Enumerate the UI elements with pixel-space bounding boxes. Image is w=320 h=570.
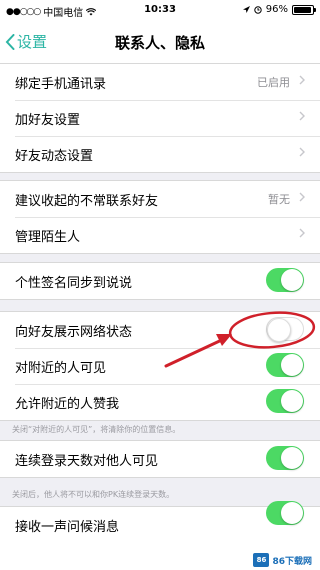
status-bar: ●●○○○ 中国电信 10:33 96% bbox=[0, 0, 320, 20]
setting-label: 连续登录天数对他人可见 bbox=[15, 453, 159, 469]
settings-group-friends: 建议收起的不常联系好友 暂无 管理陌生人 bbox=[0, 180, 320, 254]
visibility-footnote: 关闭“对附近的人可见”，将清除你的位置信息。 bbox=[12, 425, 181, 434]
network-status-toggle[interactable] bbox=[266, 317, 304, 342]
settings-group-signature: 个性签名同步到说说 bbox=[0, 262, 320, 300]
setting-collapsed-friends[interactable]: 建议收起的不常联系好友 暂无 bbox=[0, 181, 320, 217]
nearby-likes-toggle[interactable] bbox=[266, 389, 304, 413]
watermark-text: 86下载网 bbox=[272, 556, 312, 567]
setting-label: 加好友设置 bbox=[15, 112, 81, 128]
status-right: 96% bbox=[242, 4, 316, 15]
chevron-right-icon bbox=[299, 147, 305, 157]
chevron-right-icon bbox=[299, 192, 305, 202]
setting-value: 暂无 bbox=[268, 193, 290, 206]
watermark: 86 86下载网 bbox=[253, 553, 312, 567]
setting-label: 个性签名同步到说说 bbox=[15, 275, 133, 291]
navigation-bar: 设置 联系人、隐私 bbox=[0, 20, 320, 64]
setting-label: 向好友展示网络状态 bbox=[15, 324, 133, 340]
location-icon bbox=[242, 5, 250, 13]
login-days-toggle[interactable] bbox=[266, 446, 304, 470]
chevron-right-icon bbox=[299, 111, 305, 121]
battery-percent: 96% bbox=[265, 4, 288, 15]
setting-visible-nearby: 对附近的人可见 bbox=[0, 348, 320, 384]
watermark-logo: 86 bbox=[253, 553, 270, 567]
setting-label: 对附近的人可见 bbox=[15, 360, 107, 376]
greeting-toggle[interactable] bbox=[266, 501, 304, 525]
setting-friend-feed[interactable]: 好友动态设置 bbox=[0, 136, 320, 172]
settings-group-visibility: 向好友展示网络状态 对附近的人可见 允许附近的人赞我 bbox=[0, 311, 320, 421]
setting-add-friend[interactable]: 加好友设置 bbox=[0, 100, 320, 136]
settings-group-contacts: 绑定手机通讯录 已启用 加好友设置 好友动态设置 bbox=[0, 63, 320, 173]
settings-group-login-days: 连续登录天数对他人可见 bbox=[0, 440, 320, 478]
setting-label: 好友动态设置 bbox=[15, 148, 94, 164]
setting-sync-signature: 个性签名同步到说说 bbox=[0, 263, 320, 299]
setting-label: 允许附近的人赞我 bbox=[15, 396, 120, 412]
setting-receive-greeting: 接收一声问候消息 bbox=[0, 501, 320, 543]
chevron-right-icon bbox=[299, 228, 305, 238]
signature-sync-toggle[interactable] bbox=[266, 268, 304, 292]
setting-label: 接收一声问候消息 bbox=[15, 519, 120, 535]
chevron-right-icon bbox=[299, 75, 305, 85]
page-title: 联系人、隐私 bbox=[114, 34, 205, 52]
setting-label: 管理陌生人 bbox=[15, 229, 81, 245]
setting-label: 建议收起的不常联系好友 bbox=[15, 193, 159, 209]
setting-manage-strangers[interactable]: 管理陌生人 bbox=[0, 217, 320, 253]
setting-bind-contacts[interactable]: 绑定手机通讯录 已启用 bbox=[0, 64, 320, 100]
visible-nearby-toggle[interactable] bbox=[266, 353, 304, 377]
battery-icon bbox=[292, 4, 316, 15]
alarm-icon bbox=[254, 5, 262, 14]
setting-label: 绑定手机通讯录 bbox=[15, 76, 107, 92]
setting-allow-nearby-likes: 允许附近的人赞我 bbox=[0, 384, 320, 420]
setting-show-network-status: 向好友展示网络状态 bbox=[0, 312, 320, 348]
setting-value: 已启用 bbox=[257, 76, 290, 89]
setting-login-days-visible: 连续登录天数对他人可见 bbox=[0, 441, 320, 477]
login-days-footnote: 关闭后，他人将不可以和你PK连续登录天数。 bbox=[12, 490, 175, 499]
